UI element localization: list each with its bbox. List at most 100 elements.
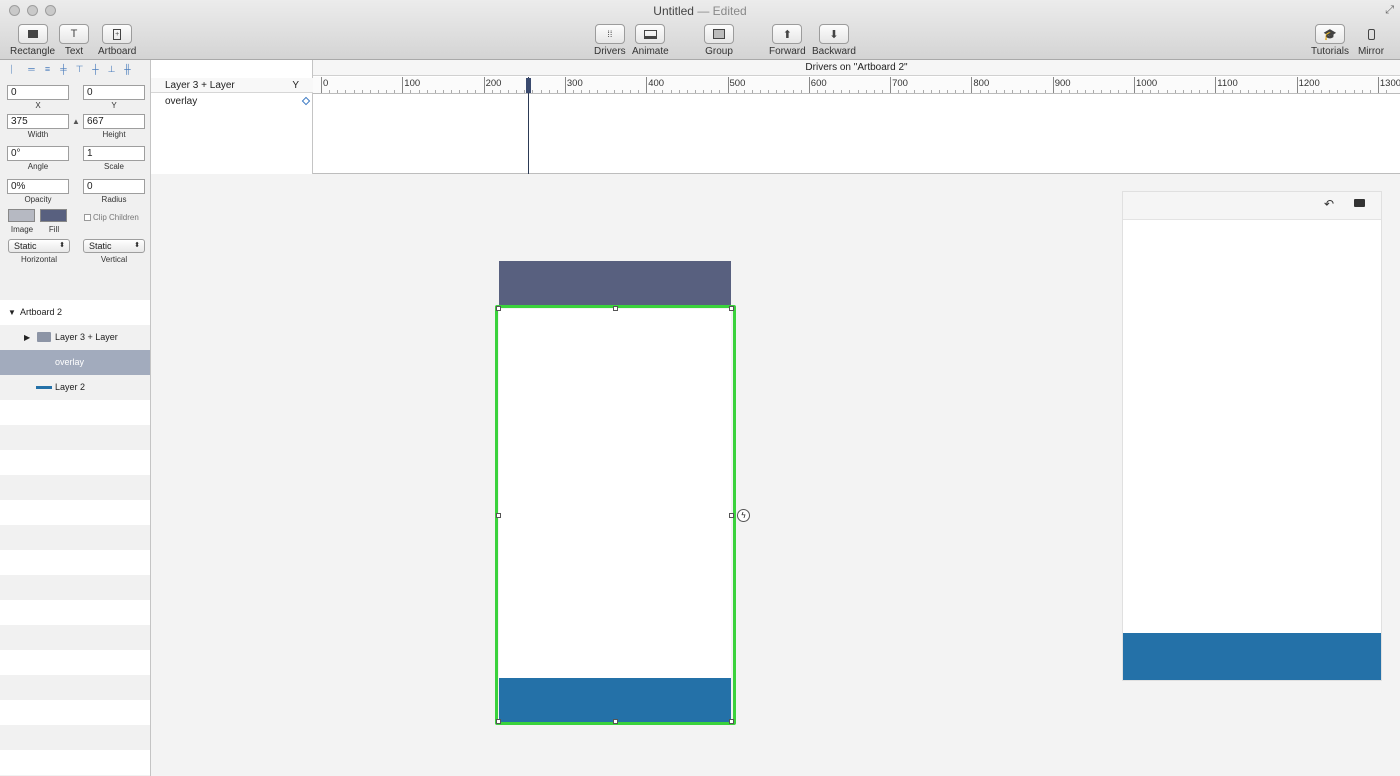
layer-3-shape[interactable] [499, 261, 731, 305]
fullscreen-icon[interactable]: ⤢ [1385, 4, 1394, 17]
ruler-minor-tick [597, 90, 599, 93]
tutorials-button[interactable]: 🎓 Tutorials [1311, 24, 1349, 57]
animate-button[interactable]: Animate [632, 24, 669, 57]
ruler-minor-tick [898, 90, 900, 93]
group-button[interactable]: Group [704, 24, 734, 57]
ruler-minor-tick [678, 90, 680, 93]
ruler-minor-tick [1060, 90, 1062, 93]
mirror-label: Mirror [1357, 46, 1385, 57]
video-camera-icon[interactable] [1354, 199, 1365, 207]
disclosure-open-icon[interactable]: ▼ [8, 300, 16, 325]
forward-button[interactable]: ⬆ Forward [769, 24, 806, 57]
undo-icon[interactable]: ↶ [1324, 197, 1334, 211]
lock-ratio-icon[interactable]: ▲ [72, 117, 80, 126]
ruler-minor-tick [459, 90, 461, 93]
ruler-minor-tick [581, 90, 583, 93]
align-middle-icon[interactable]: ┼ [90, 64, 101, 75]
distribute-v-icon[interactable]: ╫ [122, 64, 133, 75]
layer-row-overlay[interactable]: overlay [0, 350, 150, 375]
height-field[interactable]: 667 [83, 114, 145, 129]
vertical-select[interactable]: Static ⬍ [83, 239, 145, 253]
ruler-minor-tick [1320, 90, 1322, 93]
ruler-minor-tick [881, 90, 883, 93]
angle-field[interactable]: 0° [7, 146, 69, 161]
resize-handle-t[interactable] [613, 306, 618, 311]
align-right-icon[interactable]: ≡ [42, 64, 53, 75]
ruler-minor-tick [377, 90, 379, 93]
ruler-tick-label: 100 [404, 78, 421, 89]
align-left-icon[interactable]: ⎸ [10, 64, 21, 75]
ruler-minor-tick [369, 90, 371, 93]
width-field[interactable]: 375 [7, 114, 69, 129]
radius-label: Radius [101, 195, 127, 204]
x-field[interactable]: 0 [7, 85, 69, 100]
playhead-handle[interactable] [526, 78, 531, 93]
ruler-minor-tick [410, 90, 412, 93]
resize-handle-bl[interactable] [496, 719, 501, 724]
resize-handle-tl[interactable] [496, 306, 501, 311]
align-center-h-icon[interactable]: ═ [26, 64, 37, 75]
resize-handle-r[interactable] [729, 513, 734, 518]
group-label: Group [705, 46, 733, 57]
vertical-value: Static [89, 241, 112, 251]
forward-label: Forward [769, 46, 806, 57]
scale-field[interactable]: 1 [83, 146, 145, 161]
resize-handle-tr[interactable] [729, 306, 734, 311]
ruler-minor-tick [1272, 90, 1274, 93]
ruler-minor-tick [386, 90, 388, 93]
keyframe-diamond-icon[interactable] [301, 96, 311, 106]
mirror-button[interactable]: Mirror [1356, 24, 1386, 57]
ruler-minor-tick [922, 90, 924, 93]
text-tool-button[interactable]: T Text [59, 24, 89, 57]
distribute-h-icon[interactable]: ╪ [58, 64, 69, 75]
drivers-button[interactable]: ⁞⁞ Drivers [594, 24, 626, 57]
ruler-minor-tick [1117, 90, 1119, 93]
align-bottom-icon[interactable]: ⊥ [106, 64, 117, 75]
ruler-minor-tick [1085, 90, 1087, 93]
timeline-ruler[interactable]: 0 100 200 300 400 500 600 700 800 900 1000 1100 1200… [313, 77, 1400, 94]
ruler-major-tick [646, 77, 648, 93]
layer-row-group[interactable]: ▶ Layer 3 + Layer [0, 325, 150, 350]
ruler-minor-tick [1158, 90, 1160, 93]
layer-label: overlay [55, 357, 85, 367]
artboard-tool-button[interactable]: + Artboard [98, 24, 136, 57]
edited-status: — Edited [697, 4, 747, 18]
ruler-minor-tick [605, 90, 607, 93]
align-top-icon[interactable]: ⊤ [74, 64, 85, 75]
y-field[interactable]: 0 [83, 85, 145, 100]
horizontal-select[interactable]: Static ⬍ [8, 239, 70, 253]
opacity-field[interactable]: 0% [7, 179, 69, 194]
lightning-icon[interactable]: ϟ [737, 509, 750, 522]
resize-handle-b[interactable] [613, 719, 618, 724]
ruler-minor-tick [1012, 90, 1014, 93]
fill-swatch[interactable] [40, 209, 67, 222]
resize-handle-br[interactable] [729, 719, 734, 724]
horizontal-value: Static [14, 241, 37, 251]
disclosure-closed-icon[interactable]: ▶ [24, 325, 30, 350]
ruler-minor-tick [784, 90, 786, 93]
backward-button[interactable]: ⬇ Backward [812, 24, 856, 57]
rectangle-tool-button[interactable]: Rectangle [10, 24, 55, 57]
layer-row-artboard[interactable]: ▼ Artboard 2 [0, 300, 150, 325]
clip-children-checkbox[interactable]: Clip Children [84, 213, 139, 222]
clip-children-label: Clip Children [93, 213, 139, 222]
layer-row-layer2[interactable]: Layer 2 [0, 375, 150, 400]
send-backward-icon: ⬇ [829, 28, 839, 41]
resize-handle-l[interactable] [496, 513, 501, 518]
drivers-panel: Drivers on "Artboard 2" Layer 3 + Layer … [151, 60, 1400, 174]
ruler-major-tick [564, 77, 566, 93]
image-swatch[interactable] [8, 209, 35, 222]
ruler-minor-tick [1003, 90, 1005, 93]
ruler-minor-tick [825, 90, 827, 93]
driver-property-row[interactable]: overlay [165, 96, 197, 107]
radius-field[interactable]: 0 [83, 179, 145, 194]
ruler-minor-tick [556, 90, 558, 93]
drivers-title: Drivers on "Artboard 2" [313, 60, 1400, 76]
ruler-major-tick [402, 77, 404, 93]
ruler-minor-tick [1028, 90, 1030, 93]
ruler-minor-tick [1109, 90, 1111, 93]
ruler-tick-label: 700 [892, 78, 908, 89]
ruler-minor-tick [1068, 90, 1070, 93]
ruler-minor-tick [532, 90, 534, 93]
ruler-minor-tick [1077, 90, 1079, 93]
